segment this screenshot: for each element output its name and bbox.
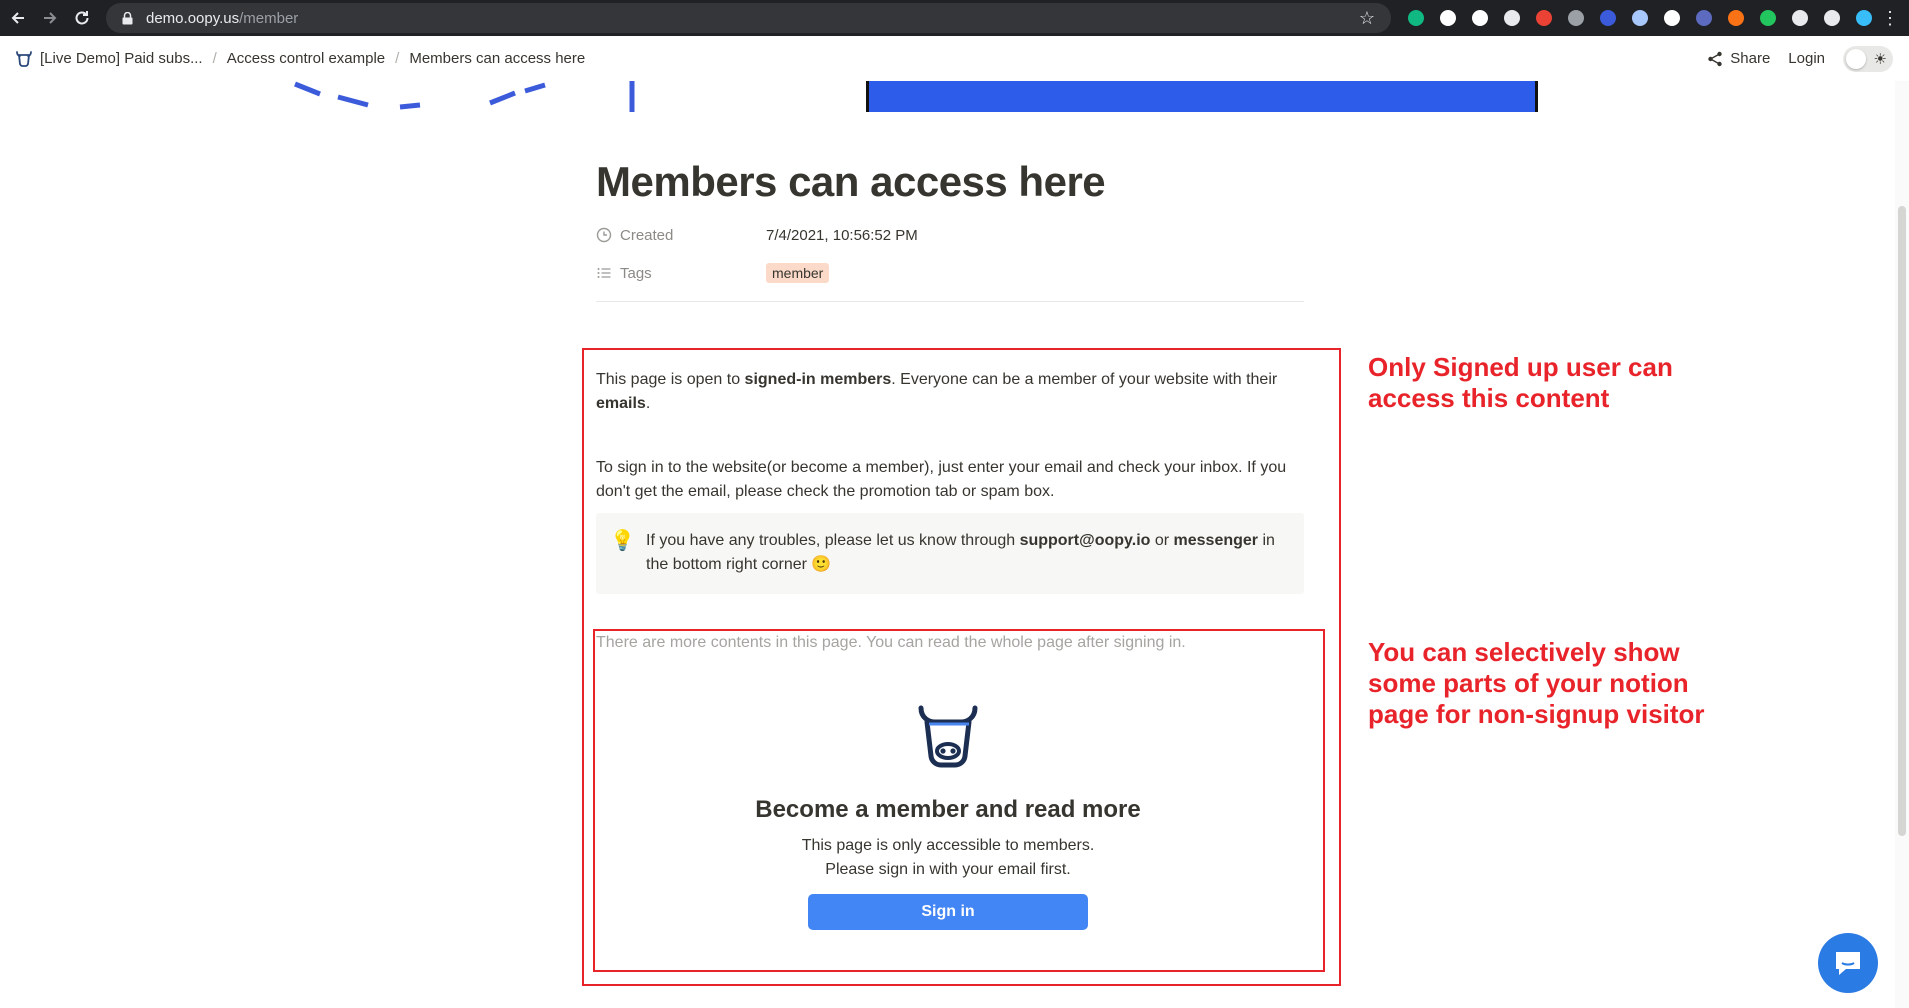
annotation-line: page for non-signup visitor — [1368, 699, 1705, 729]
extension-glyph-icon — [1472, 10, 1488, 26]
page-topbar: [Live Demo] Paid subs... / Access contro… — [0, 36, 1909, 81]
extension-glyph-icon — [1568, 10, 1584, 26]
url-host: demo.oopy.us — [146, 9, 240, 27]
breadcrumb-item[interactable]: [Live Demo] Paid subs... — [40, 50, 203, 67]
property-name: Created — [596, 227, 766, 244]
share-label: Share — [1730, 50, 1771, 67]
created-value: 7/4/2021, 10:56:52 PM — [766, 226, 918, 244]
url-path: /member — [239, 9, 299, 27]
extension-glyph-icon — [1440, 10, 1456, 26]
cow-logo-icon — [16, 50, 32, 67]
sun-icon: ☀ — [1873, 50, 1887, 68]
extension-icon[interactable] — [1436, 6, 1460, 30]
breadcrumb-item[interactable]: Access control example — [227, 50, 385, 67]
extension-glyph-icon — [1408, 10, 1424, 26]
extension-glyph-icon — [1824, 10, 1840, 26]
scrollbar-thumb[interactable] — [1898, 206, 1906, 836]
annotation-line: some parts of your notion — [1368, 668, 1689, 698]
share-button[interactable]: Share — [1707, 50, 1770, 67]
chat-messenger-button[interactable] — [1818, 933, 1878, 993]
clock-icon — [596, 227, 612, 243]
extension-glyph-icon — [1856, 10, 1872, 26]
annotation-box-inner — [593, 629, 1325, 972]
breadcrumb: [Live Demo] Paid subs... / Access contro… — [14, 36, 585, 81]
extension-icon[interactable] — [1628, 6, 1652, 30]
page-title: Members can access here — [596, 158, 1106, 205]
browser-menu-icon[interactable]: ⋮ — [1881, 8, 1899, 28]
address-bar[interactable]: demo.oopy.us/member ☆ — [106, 3, 1391, 33]
extension-glyph-icon — [1760, 10, 1776, 26]
list-icon — [597, 268, 611, 278]
extension-icon[interactable] — [1788, 6, 1812, 30]
tags-label: Tags — [620, 264, 652, 282]
extension-glyph-icon — [1536, 10, 1552, 26]
extension-glyph-icon — [1664, 10, 1680, 26]
extension-icon[interactable] — [1404, 6, 1428, 30]
toggle-knob — [1846, 48, 1866, 69]
created-label: Created — [620, 226, 674, 244]
reload-icon[interactable] — [66, 0, 98, 36]
annotation-note-1: Only Signed up user can access this cont… — [1368, 352, 1673, 414]
share-icon — [1708, 51, 1722, 66]
property-divider — [596, 301, 1304, 302]
cover-image — [0, 81, 1909, 112]
back-icon[interactable] — [2, 0, 34, 36]
extension-icon[interactable] — [1468, 6, 1492, 30]
extension-icon[interactable] — [1724, 6, 1748, 30]
chat-bubble-icon — [1836, 952, 1860, 975]
annotation-line: You can selectively show — [1368, 637, 1680, 667]
extension-glyph-icon — [1728, 10, 1744, 26]
annotation-note-2: You can selectively show some parts of y… — [1368, 637, 1705, 730]
login-button[interactable]: Login — [1788, 50, 1825, 67]
extension-glyph-icon — [1600, 10, 1616, 26]
breadcrumb-item[interactable]: Members can access here — [409, 50, 585, 67]
property-created: Created 7/4/2021, 10:56:52 PM — [596, 220, 1304, 250]
bookmark-star-icon[interactable]: ☆ — [1359, 8, 1375, 29]
extension-icon[interactable] — [1564, 6, 1588, 30]
extension-icon[interactable] — [1660, 6, 1684, 30]
forward-icon[interactable] — [34, 0, 66, 36]
extension-tray — [1404, 6, 1876, 30]
extension-glyph-icon — [1632, 10, 1648, 26]
extension-icon[interactable] — [1852, 6, 1876, 30]
breadcrumb-separator: / — [212, 50, 217, 67]
extension-icon[interactable] — [1532, 6, 1556, 30]
extension-icon[interactable] — [1820, 6, 1844, 30]
annotation-line: Only Signed up user can — [1368, 352, 1673, 382]
extension-icon[interactable] — [1692, 6, 1716, 30]
annotation-line: access this content — [1368, 383, 1610, 413]
breadcrumb-separator: / — [395, 50, 400, 67]
topbar-actions: Share Login ☀ — [1707, 36, 1893, 81]
browser-toolbar: demo.oopy.us/member ☆ ⋮ — [0, 0, 1909, 36]
theme-toggle[interactable]: ☀ — [1843, 45, 1893, 72]
lock-icon — [120, 11, 134, 25]
extension-icon[interactable] — [1500, 6, 1524, 30]
property-tags: Tags member — [596, 258, 1304, 288]
cover-blue-shape — [866, 81, 1538, 112]
scrollbar[interactable] — [1895, 81, 1909, 1008]
extension-glyph-icon — [1504, 10, 1520, 26]
extension-icon[interactable] — [1596, 6, 1620, 30]
extension-glyph-icon — [1696, 10, 1712, 26]
extension-icon[interactable] — [1756, 6, 1780, 30]
tag-member[interactable]: member — [766, 263, 830, 283]
property-name: Tags — [596, 265, 766, 282]
extension-glyph-icon — [1792, 10, 1808, 26]
